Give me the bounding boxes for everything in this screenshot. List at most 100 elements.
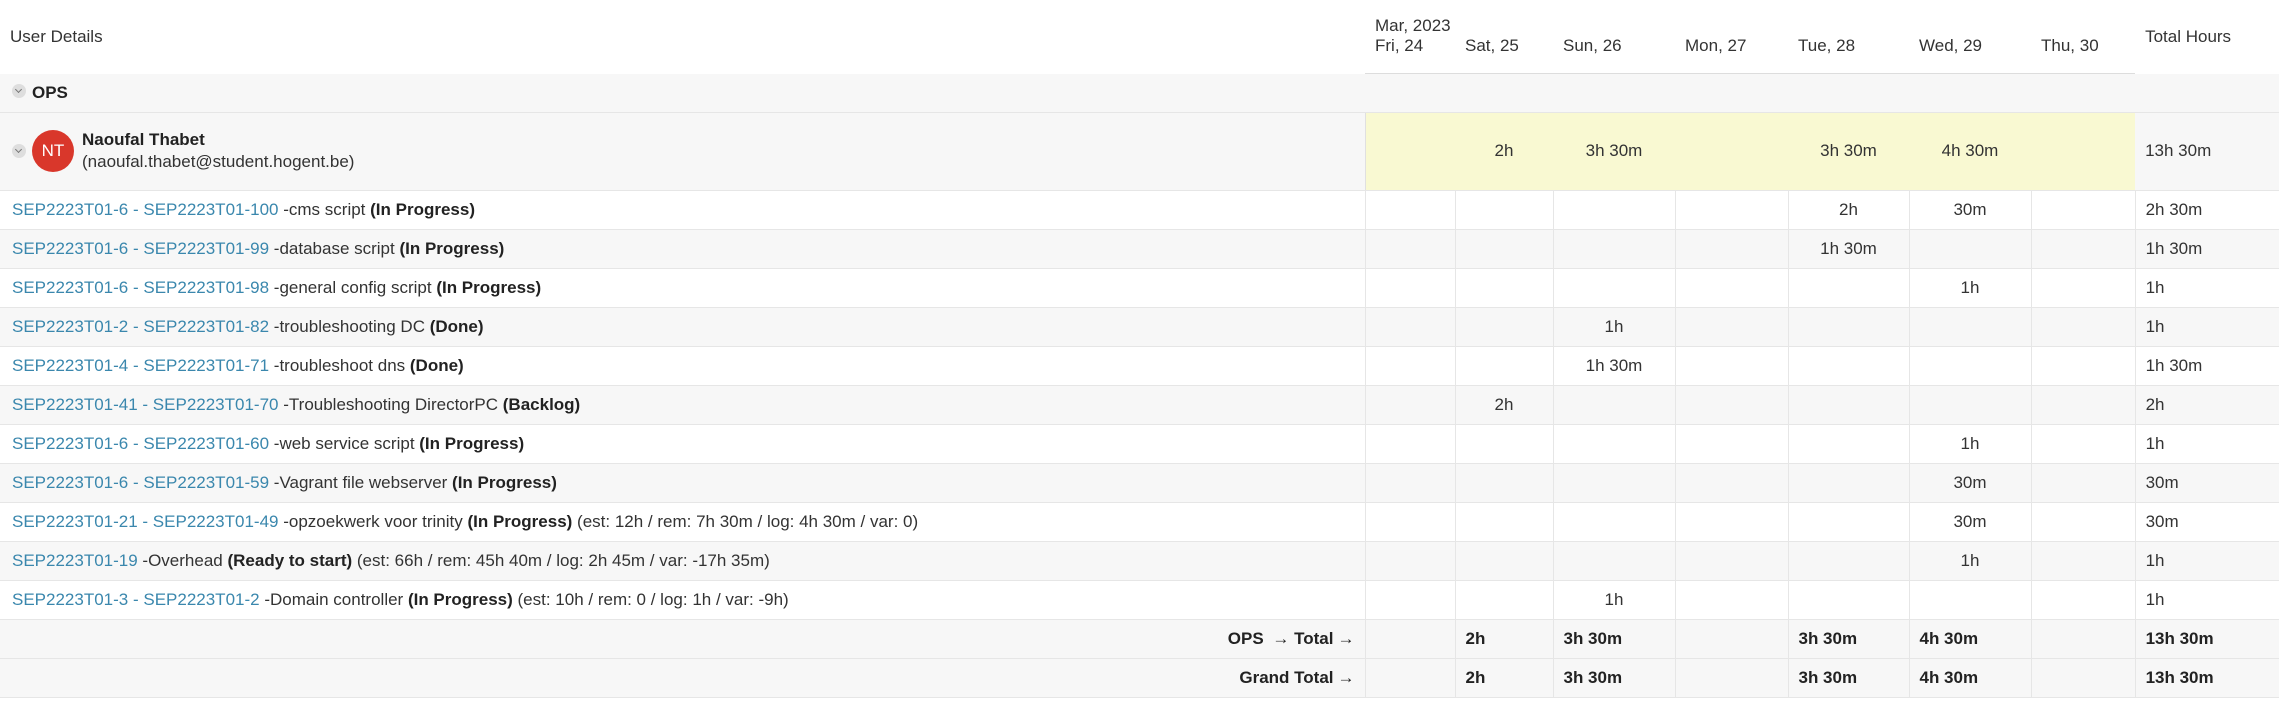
day-header: Mon, 27 <box>1675 36 1788 74</box>
task-title: -general config script <box>269 277 437 297</box>
ops-total-row-day: 2h <box>1454 619 1553 659</box>
ops-total-text: Total <box>1294 628 1334 648</box>
task-day-hours <box>1454 268 1553 308</box>
ops-total-row-day: 3h 30m <box>1787 619 1909 659</box>
task-cell: SEP2223T01-6 - SEP2223T01-100 -cms scrip… <box>0 190 1365 230</box>
grand-total-row-day <box>1674 658 1788 698</box>
group-row-ops[interactable]: OPS <box>0 73 2279 113</box>
issue-link[interactable]: SEP2223T01-41 - SEP2223T01-70 <box>12 395 279 414</box>
table-row: SEP2223T01-6 - SEP2223T01-98 -general co… <box>0 268 2279 308</box>
task-total-hours: 1h 30m <box>2134 229 2279 269</box>
arrow-right-icon: → <box>1337 628 1355 648</box>
task-title: -troubleshooting DC <box>269 316 430 336</box>
ops-total-group: OPS <box>1227 628 1264 648</box>
table-row: SEP2223T01-2 - SEP2223T01-82 -troublesho… <box>0 307 2279 347</box>
ops-total-row-total: 13h 30m <box>2134 619 2279 659</box>
task-day-hours <box>1364 580 1455 620</box>
grand-total-text: Grand Total <box>1239 667 1334 687</box>
user-total-hours: 13h 30m <box>2135 112 2279 191</box>
task-day-hours <box>1787 385 1909 425</box>
user-name: Naoufal Thabet <box>82 130 205 149</box>
task-status: (Done) <box>409 355 464 375</box>
ops-total-row-day <box>1364 619 1455 659</box>
task-day-hours <box>1908 307 2031 347</box>
task-cell: SEP2223T01-2 - SEP2223T01-82 -troublesho… <box>0 307 1365 347</box>
issue-link[interactable]: SEP2223T01-19 <box>12 551 138 570</box>
task-total-hours: 1h 30m <box>2134 346 2279 386</box>
user-email: (naoufal.thabet@student.hogent.be) <box>82 152 355 171</box>
task-day-hours <box>1552 541 1675 581</box>
task-day-hours <box>1674 541 1788 581</box>
table-row: SEP2223T01-6 - SEP2223T01-60 -web servic… <box>0 424 2279 464</box>
task-status: (Ready to start) <box>227 550 353 570</box>
task-cell: SEP2223T01-6 - SEP2223T01-99 -database s… <box>0 229 1365 269</box>
task-title: -Overhead <box>137 550 228 570</box>
task-status: (In Progress) <box>467 511 573 531</box>
issue-link[interactable]: SEP2223T01-21 - SEP2223T01-49 <box>12 512 279 531</box>
total-hours-header: Total Hours <box>2145 26 2232 46</box>
task-day-hours <box>2030 463 2136 503</box>
issue-link[interactable]: SEP2223T01-6 - SEP2223T01-100 <box>12 200 279 219</box>
task-total-hours: 30m <box>2134 463 2279 503</box>
issue-link[interactable]: SEP2223T01-6 - SEP2223T01-98 <box>12 278 269 297</box>
task-cell: SEP2223T01-41 - SEP2223T01-70 -Troublesh… <box>0 385 1365 425</box>
task-total-hours: 1h <box>2134 307 2279 347</box>
grand-total-row-day <box>2030 658 2136 698</box>
ops-total-row-day <box>1674 619 1788 659</box>
task-day-hours <box>1674 346 1788 386</box>
task-day-hours <box>1787 580 1909 620</box>
task-day-hours <box>1674 502 1788 542</box>
day-header: Sat, 25 <box>1455 36 1553 74</box>
issue-link[interactable]: SEP2223T01-6 - SEP2223T01-99 <box>12 239 269 258</box>
task-day-hours <box>1552 463 1675 503</box>
task-day-hours <box>1674 385 1788 425</box>
task-day-hours <box>1364 463 1455 503</box>
task-day-hours: 1h <box>1908 424 2031 464</box>
task-day-hours <box>1552 268 1675 308</box>
task-estimate: (est: 12h / rem: 7h 30m / log: 4h 30m / … <box>572 511 919 531</box>
task-day-hours <box>1364 190 1455 230</box>
task-title: -web service script <box>269 433 420 453</box>
task-title: -Domain controller <box>259 589 408 609</box>
task-day-hours <box>1674 463 1788 503</box>
arrow-right-icon: → <box>1272 628 1290 648</box>
task-day-hours <box>1908 580 2031 620</box>
task-day-hours <box>2030 229 2136 269</box>
task-day-hours <box>1454 307 1553 347</box>
issue-link[interactable]: SEP2223T01-2 - SEP2223T01-82 <box>12 317 269 336</box>
table-row: SEP2223T01-41 - SEP2223T01-70 -Troublesh… <box>0 385 2279 425</box>
day-header: Fri, 24 <box>1365 36 1455 74</box>
task-day-hours <box>1364 502 1455 542</box>
grand-total-row-day <box>1364 658 1455 698</box>
task-title: -Vagrant file webserver <box>269 472 453 492</box>
task-title: -Troubleshooting DirectorPC <box>278 394 503 414</box>
task-day-hours <box>1364 346 1455 386</box>
issue-link[interactable]: SEP2223T01-6 - SEP2223T01-60 <box>12 434 269 453</box>
chevron-down-icon[interactable] <box>12 144 26 158</box>
group-name: OPS <box>32 82 68 102</box>
task-status: (In Progress) <box>370 199 475 219</box>
day-header: Wed, 29 <box>1909 36 2031 74</box>
task-estimate: (est: 10h / rem: 0 / log: 1h / var: -9h) <box>512 589 789 609</box>
grand-total-row-total: 13h 30m <box>2134 658 2279 698</box>
task-day-hours <box>2030 424 2136 464</box>
task-day-hours <box>1552 424 1675 464</box>
issue-link[interactable]: SEP2223T01-6 - SEP2223T01-59 <box>12 473 269 492</box>
chevron-down-icon[interactable] <box>12 83 26 98</box>
task-day-hours <box>1787 268 1909 308</box>
arrow-right-icon: → <box>1337 667 1355 687</box>
task-day-hours <box>1454 346 1553 386</box>
user-day-total <box>1364 112 1455 191</box>
task-day-hours <box>1552 190 1675 230</box>
task-day-hours: 2h <box>1787 190 1909 230</box>
month-header: Mar, 2023 <box>1375 16 1451 35</box>
user-day-total: 3h 30m <box>1788 112 1909 191</box>
task-day-hours: 2h <box>1454 385 1553 425</box>
task-day-hours <box>1787 541 1909 581</box>
task-day-hours <box>1364 307 1455 347</box>
issue-link[interactable]: SEP2223T01-4 - SEP2223T01-71 <box>12 356 269 375</box>
issue-link[interactable]: SEP2223T01-3 - SEP2223T01-2 <box>12 590 260 609</box>
task-day-hours <box>1787 502 1909 542</box>
user-day-total <box>2031 112 2136 191</box>
task-day-hours: 30m <box>1908 190 2031 230</box>
